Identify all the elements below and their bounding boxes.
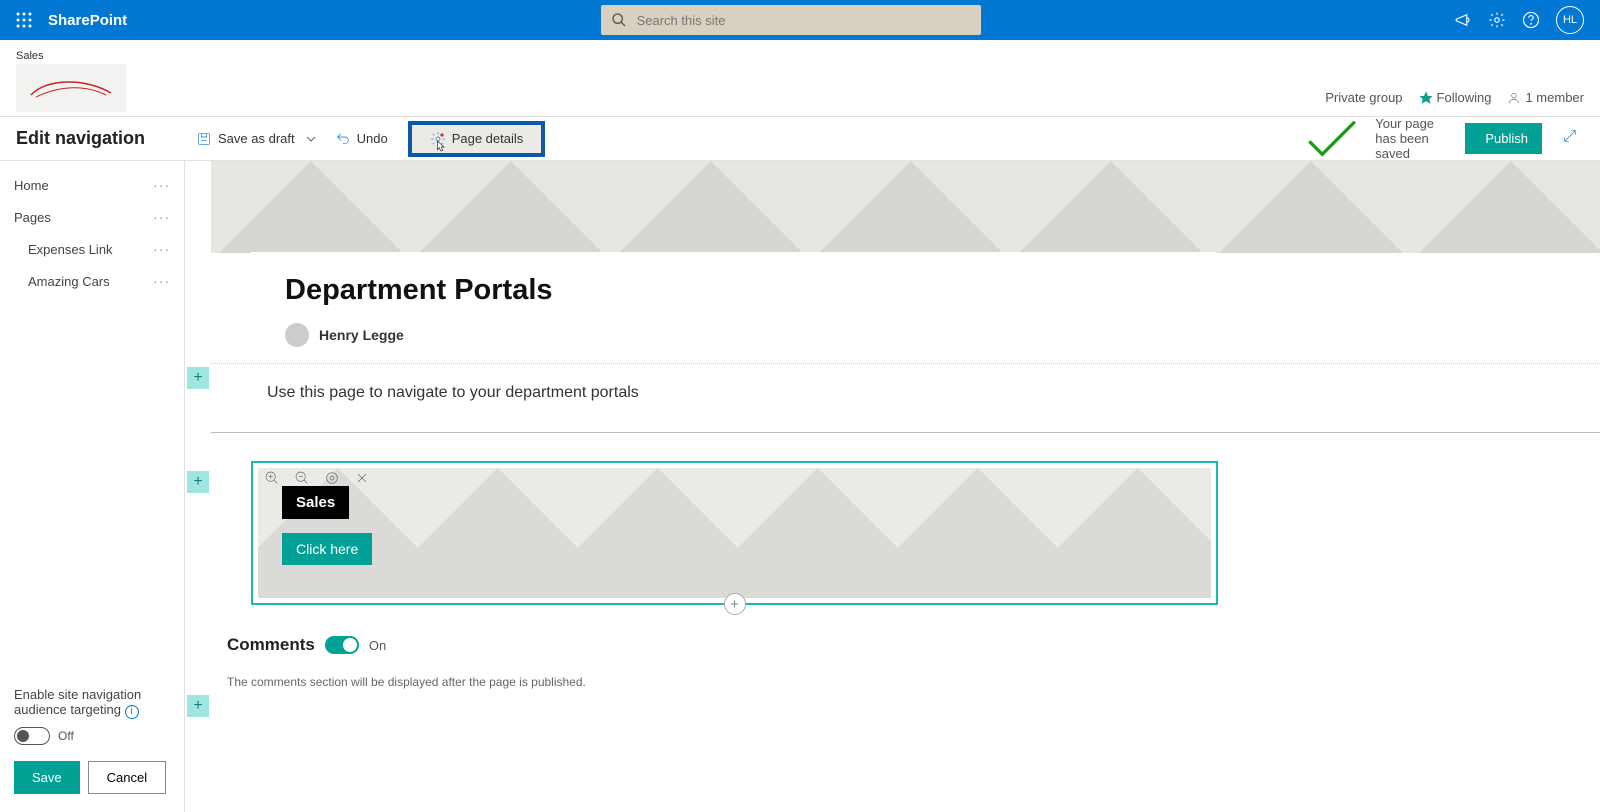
comments-state-label: On (369, 638, 386, 653)
nav-item-amazing-cars[interactable]: Amazing Cars··· (0, 265, 184, 297)
site-name[interactable]: Sales (16, 50, 126, 62)
app-launcher-icon[interactable] (8, 4, 40, 36)
nav-save-button[interactable]: Save (14, 761, 80, 794)
author-avatar-icon (285, 323, 309, 347)
comments-heading: Comments (227, 635, 315, 655)
help-icon[interactable] (1522, 11, 1540, 29)
intro-text[interactable]: Use this page to navigate to your depart… (211, 384, 1600, 402)
comments-note: The comments section will be displayed a… (227, 675, 1584, 689)
workspace: Home··· Pages··· Expenses Link··· Amazin… (0, 161, 1600, 812)
navigation-panel: Home··· Pages··· Expenses Link··· Amazin… (0, 161, 185, 812)
audience-targeting-toggle[interactable] (14, 727, 50, 745)
search-input[interactable] (637, 13, 971, 28)
hero-webpart-selected[interactable]: Sales Click here + (251, 461, 1218, 605)
megaphone-icon[interactable] (1454, 11, 1472, 29)
more-icon[interactable]: ··· (153, 241, 170, 257)
gear-icon[interactable] (1488, 11, 1506, 29)
suite-header: SharePoint HL (0, 0, 1600, 40)
expand-button[interactable] (1556, 122, 1584, 155)
comments-toggle[interactable] (325, 636, 359, 654)
section-divider (211, 432, 1600, 433)
zoom-out-icon[interactable] (293, 469, 311, 487)
hero-tile[interactable]: Sales Click here (258, 468, 1211, 598)
page-toolbar: Edit navigation Save as draft Undo Page … (0, 117, 1600, 161)
site-logo[interactable] (16, 64, 126, 112)
section-gutter: + + + (185, 161, 211, 812)
cursor-icon (432, 139, 448, 155)
nav-item-home[interactable]: Home··· (0, 169, 184, 201)
page-details-highlight: Page details (408, 121, 546, 157)
comments-section: Comments On The comments section will be… (211, 605, 1600, 689)
more-icon[interactable]: ··· (153, 273, 170, 289)
nav-cancel-button[interactable]: Cancel (88, 761, 166, 794)
webpart-zone: Sales Click here + (211, 461, 1600, 605)
car-logo-icon (26, 73, 116, 103)
zoom-in-icon[interactable] (263, 469, 281, 487)
chevron-down-icon[interactable] (305, 133, 317, 145)
page-title[interactable]: Department Portals (285, 274, 1182, 307)
audience-targeting-label: Enable site navigation audience targetin… (14, 687, 170, 719)
close-icon[interactable] (353, 469, 371, 487)
search-box[interactable] (601, 5, 981, 35)
toggle-off-label: Off (58, 729, 74, 743)
title-area[interactable]: Department Portals Henry Legge (251, 252, 1216, 359)
webpart-toolbar (259, 465, 375, 491)
more-icon[interactable]: ··· (153, 209, 170, 225)
add-section-button[interactable]: + (187, 695, 209, 717)
hero-background (211, 161, 1600, 253)
hero-tile-cta[interactable]: Click here (282, 533, 372, 565)
add-section-button[interactable]: + (187, 367, 209, 389)
add-section-button[interactable]: + (187, 471, 209, 493)
edit-navigation-heading: Edit navigation (16, 128, 186, 149)
focal-point-icon[interactable] (323, 469, 341, 487)
nav-item-expenses[interactable]: Expenses Link··· (0, 233, 184, 265)
brand-label[interactable]: SharePoint (48, 12, 127, 29)
add-webpart-button[interactable]: + (724, 593, 746, 615)
publish-button[interactable]: Publish (1465, 123, 1542, 154)
search-icon (611, 12, 627, 28)
save-as-draft-button[interactable]: Save as draft (186, 125, 305, 153)
avatar[interactable]: HL (1556, 6, 1584, 34)
more-icon[interactable]: ··· (153, 177, 170, 193)
page-canvas[interactable]: Department Portals Henry Legge Use this … (211, 161, 1600, 812)
info-icon[interactable]: i (125, 705, 139, 719)
undo-button[interactable]: Undo (325, 125, 398, 153)
page-details-button[interactable]: Page details (412, 125, 542, 153)
nav-item-pages[interactable]: Pages··· (0, 201, 184, 233)
section-divider (211, 363, 1600, 364)
page-author[interactable]: Henry Legge (285, 323, 1182, 347)
